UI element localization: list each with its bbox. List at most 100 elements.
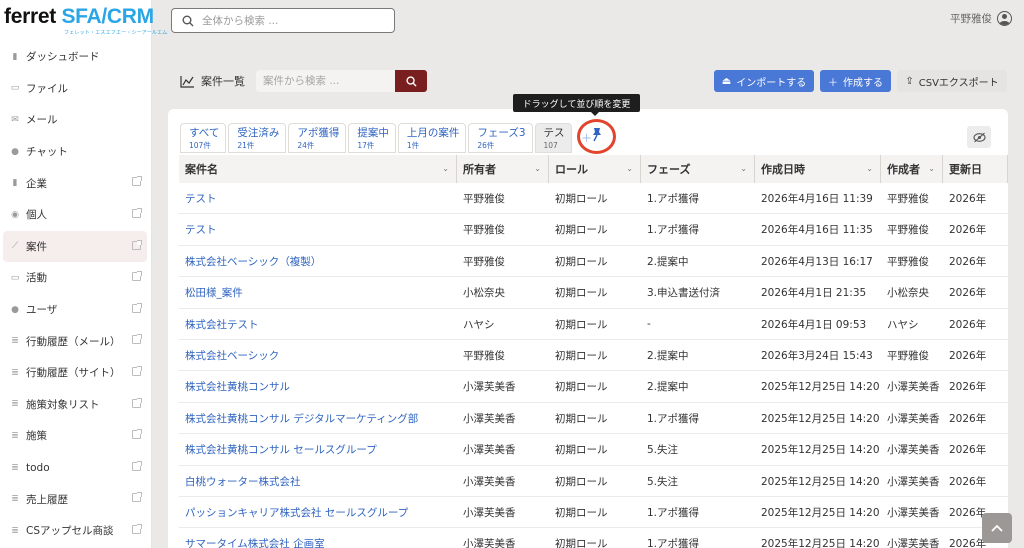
open-new-window-icon[interactable] <box>132 429 142 440</box>
column-header[interactable]: 所有者 ⌄ <box>457 155 549 183</box>
case-name-link[interactable]: 株式会社ベーシック（複製） <box>179 246 457 277</box>
open-new-window-icon[interactable] <box>132 397 142 408</box>
sidebar-item[interactable]: ≣ CSアップセル商談 <box>3 515 147 547</box>
case-name-link[interactable]: テスト <box>179 214 457 245</box>
case-search-button[interactable] <box>395 70 427 92</box>
user-menu[interactable]: 平野雅俊 <box>950 11 1012 26</box>
pin-highlight[interactable] <box>577 119 616 154</box>
page-title: 案件一覧 <box>180 73 245 89</box>
sidebar-nav: ▮ ダッシュボード ▭ ファイル ✉ メール ● チャット ▮ 企業 ◉ 個人 ⟋ 案件 ▭ 活動 ● ユーザ ≣ 行… <box>0 41 152 547</box>
column-header[interactable]: ロール ⌄ <box>549 155 641 183</box>
view-tab[interactable]: アポ獲得 24件 <box>288 123 347 153</box>
column-header[interactable]: 作成日時 ⌄ <box>755 155 881 183</box>
column-header[interactable]: 作成者 ⌄ <box>881 155 943 183</box>
case-name-link[interactable]: 株式会社黄桃コンサル <box>179 371 457 402</box>
open-new-window-icon[interactable] <box>132 334 142 345</box>
sidebar-item[interactable]: ▮ ダッシュボード <box>3 41 147 73</box>
view-tab[interactable]: フェーズ3 26件 <box>468 123 533 153</box>
scroll-to-top-button[interactable] <box>982 513 1012 543</box>
open-new-window-icon[interactable] <box>132 176 142 187</box>
table-row[interactable]: 株式会社黄桃コンサル 小澤芙美香 初期ロール 2.提案中 2025年12月25日 14:… <box>179 371 1008 403</box>
case-name-link[interactable]: 株式会社黄桃コンサル デジタルマーケティング部 <box>179 403 457 434</box>
chevron-down-icon[interactable]: ⌄ <box>626 164 633 173</box>
chevron-down-icon[interactable]: ⌄ <box>534 164 541 173</box>
case-name-link[interactable]: 株式会社ベーシック <box>179 340 457 371</box>
open-new-window-icon[interactable] <box>132 492 142 503</box>
sidebar-item-label: チャット <box>26 146 68 159</box>
table-row[interactable]: 株式会社黄桃コンサル デジタルマーケティング部 小澤芙美香 初期ロール 1.アポ獲得 2… <box>179 403 1008 435</box>
chevron-down-icon[interactable]: ⌄ <box>740 164 747 173</box>
table-row[interactable]: テスト 平野雅俊 初期ロール 1.アポ獲得 2026年4月16日 11:35 平野雅俊 20… <box>179 214 1008 246</box>
import-button[interactable]: ⏏ インポートする <box>714 70 814 92</box>
table-row[interactable]: 株式会社黄桃コンサル セールスグループ 小澤芙美香 初期ロール 5.失注 2025年12… <box>179 434 1008 466</box>
open-new-window-icon[interactable] <box>132 460 142 471</box>
sidebar-item[interactable]: ≣ 売上履歴 <box>3 483 147 515</box>
sidebar-item[interactable]: ≣ 施策対象リスト <box>3 389 147 421</box>
case-name-link[interactable]: 株式会社黄桃コンサル セールスグループ <box>179 434 457 465</box>
table-row[interactable]: テスト 平野雅俊 初期ロール 1.アポ獲得 2026年4月16日 11:39 平野雅俊 20… <box>179 183 1008 215</box>
table-cell: 2026年 <box>949 475 987 488</box>
view-tab[interactable]: 上月の案件 1件 <box>397 123 467 153</box>
case-name-link[interactable]: テスト <box>179 183 457 214</box>
table-row[interactable]: サマータイム株式会社 企画室 小澤芙美香 初期ロール 1.アポ獲得 2025年12月25… <box>179 528 1008 548</box>
sidebar-item-label: 施策 <box>26 430 47 443</box>
chevron-down-icon[interactable]: ⌄ <box>866 164 873 173</box>
global-search-input[interactable] <box>202 14 382 27</box>
case-name-link[interactable]: 松田様_案件 <box>179 277 457 308</box>
sidebar-item-label: ファイル <box>26 82 68 95</box>
view-tab[interactable]: 受注済み 21件 <box>228 123 287 153</box>
case-search-input[interactable] <box>256 70 395 92</box>
case-name-link[interactable]: パッションキャリア株式会社 セールスグループ <box>179 497 457 528</box>
case-name-link[interactable]: 株式会社テスト <box>179 309 457 340</box>
view-tab[interactable]: すべて 107件 <box>180 123 227 153</box>
bar-chart-icon: ▮ <box>12 51 18 62</box>
open-new-window-icon[interactable] <box>132 365 142 376</box>
column-header[interactable]: 案件名 ⌄ <box>179 155 457 183</box>
create-button[interactable]: ＋作成する <box>820 70 891 92</box>
sidebar-item[interactable]: ≣ 行動履歴（サイト） <box>3 357 147 389</box>
tab-label: 受注済み <box>237 127 280 139</box>
sidebar-item[interactable]: ⟋ 案件 <box>3 230 147 263</box>
sidebar-item[interactable]: ≣ 施策 <box>3 420 147 452</box>
table-row[interactable]: 株式会社ベーシック（複製） 平野雅俊 初期ロール 2.提案中 2026年4月13日 16… <box>179 246 1008 278</box>
database-icon: ≣ <box>11 336 19 347</box>
column-header[interactable]: 更新日 <box>943 155 1008 183</box>
open-new-window-icon[interactable] <box>132 271 142 282</box>
table-cell: 2.提案中 <box>647 255 689 268</box>
column-header[interactable]: フェーズ ⌄ <box>641 155 755 183</box>
hide-columns-button[interactable] <box>967 126 991 148</box>
sidebar-item[interactable]: ● チャット <box>3 136 147 168</box>
open-new-window-icon[interactable] <box>132 302 142 313</box>
app-logo[interactable]: ferret SFA/CRM フェレット・エスエフエー・シーアールエム <box>4 6 167 38</box>
table-cell: 小松奈央 <box>887 287 929 300</box>
sidebar-item[interactable]: ✉ メール <box>3 104 147 136</box>
case-name-link[interactable]: 白桃ウォーター株式会社 <box>179 466 457 497</box>
open-new-window-icon[interactable] <box>132 239 142 250</box>
chevron-down-icon[interactable]: ⌄ <box>928 164 935 173</box>
sidebar-item[interactable]: ◉ 個人 <box>3 199 147 231</box>
sidebar-item[interactable]: ▭ 活動 <box>3 262 147 294</box>
open-new-window-icon[interactable] <box>132 207 142 218</box>
sidebar-item-label: メール <box>26 114 58 127</box>
sidebar-item[interactable]: ● ユーザ <box>3 294 147 326</box>
table-row[interactable]: 白桃ウォーター株式会社 小澤芙美香 初期ロール 5.失注 2025年12月25日 14:… <box>179 466 1008 497</box>
case-search[interactable] <box>256 70 427 92</box>
chevron-down-icon[interactable]: ⌄ <box>442 164 449 173</box>
case-name-link[interactable]: サマータイム株式会社 企画室 <box>179 528 457 548</box>
open-new-window-icon[interactable] <box>132 523 142 534</box>
view-tab[interactable]: 提案中 17件 <box>348 123 396 153</box>
view-tab[interactable]: テス 107 <box>534 123 572 153</box>
sidebar-item[interactable]: ≣ todo <box>3 452 147 484</box>
table-cell: 平野雅俊 <box>887 193 929 205</box>
sidebar-item[interactable]: ▮ 企業 <box>3 167 147 199</box>
table-cell: 1.アポ獲得 <box>647 506 700 519</box>
global-search[interactable] <box>171 8 395 33</box>
sidebar-item[interactable]: ▭ ファイル <box>3 73 147 105</box>
column-header-label: 所有者 <box>463 163 496 176</box>
table-row[interactable]: 株式会社ベーシック 平野雅俊 初期ロール 2.提案中 2026年3月24日 15:43 平… <box>179 340 1008 372</box>
table-row[interactable]: 松田様_案件 小松奈央 初期ロール 3.申込書送付済 2026年4月1日 21:35 小松… <box>179 277 1008 309</box>
table-row[interactable]: パッションキャリア株式会社 セールスグループ 小澤芙美香 初期ロール 1.アポ獲得 20… <box>179 497 1008 529</box>
table-row[interactable]: 株式会社テスト ハヤシ 初期ロール -2026年4月1日 09:53 ハヤシ 2026年 <box>179 309 1008 340</box>
csv-export-button[interactable]: ⇪ CSVエクスポート <box>897 70 1007 92</box>
sidebar-item[interactable]: ≣ 行動履歴（メール） <box>3 325 147 357</box>
